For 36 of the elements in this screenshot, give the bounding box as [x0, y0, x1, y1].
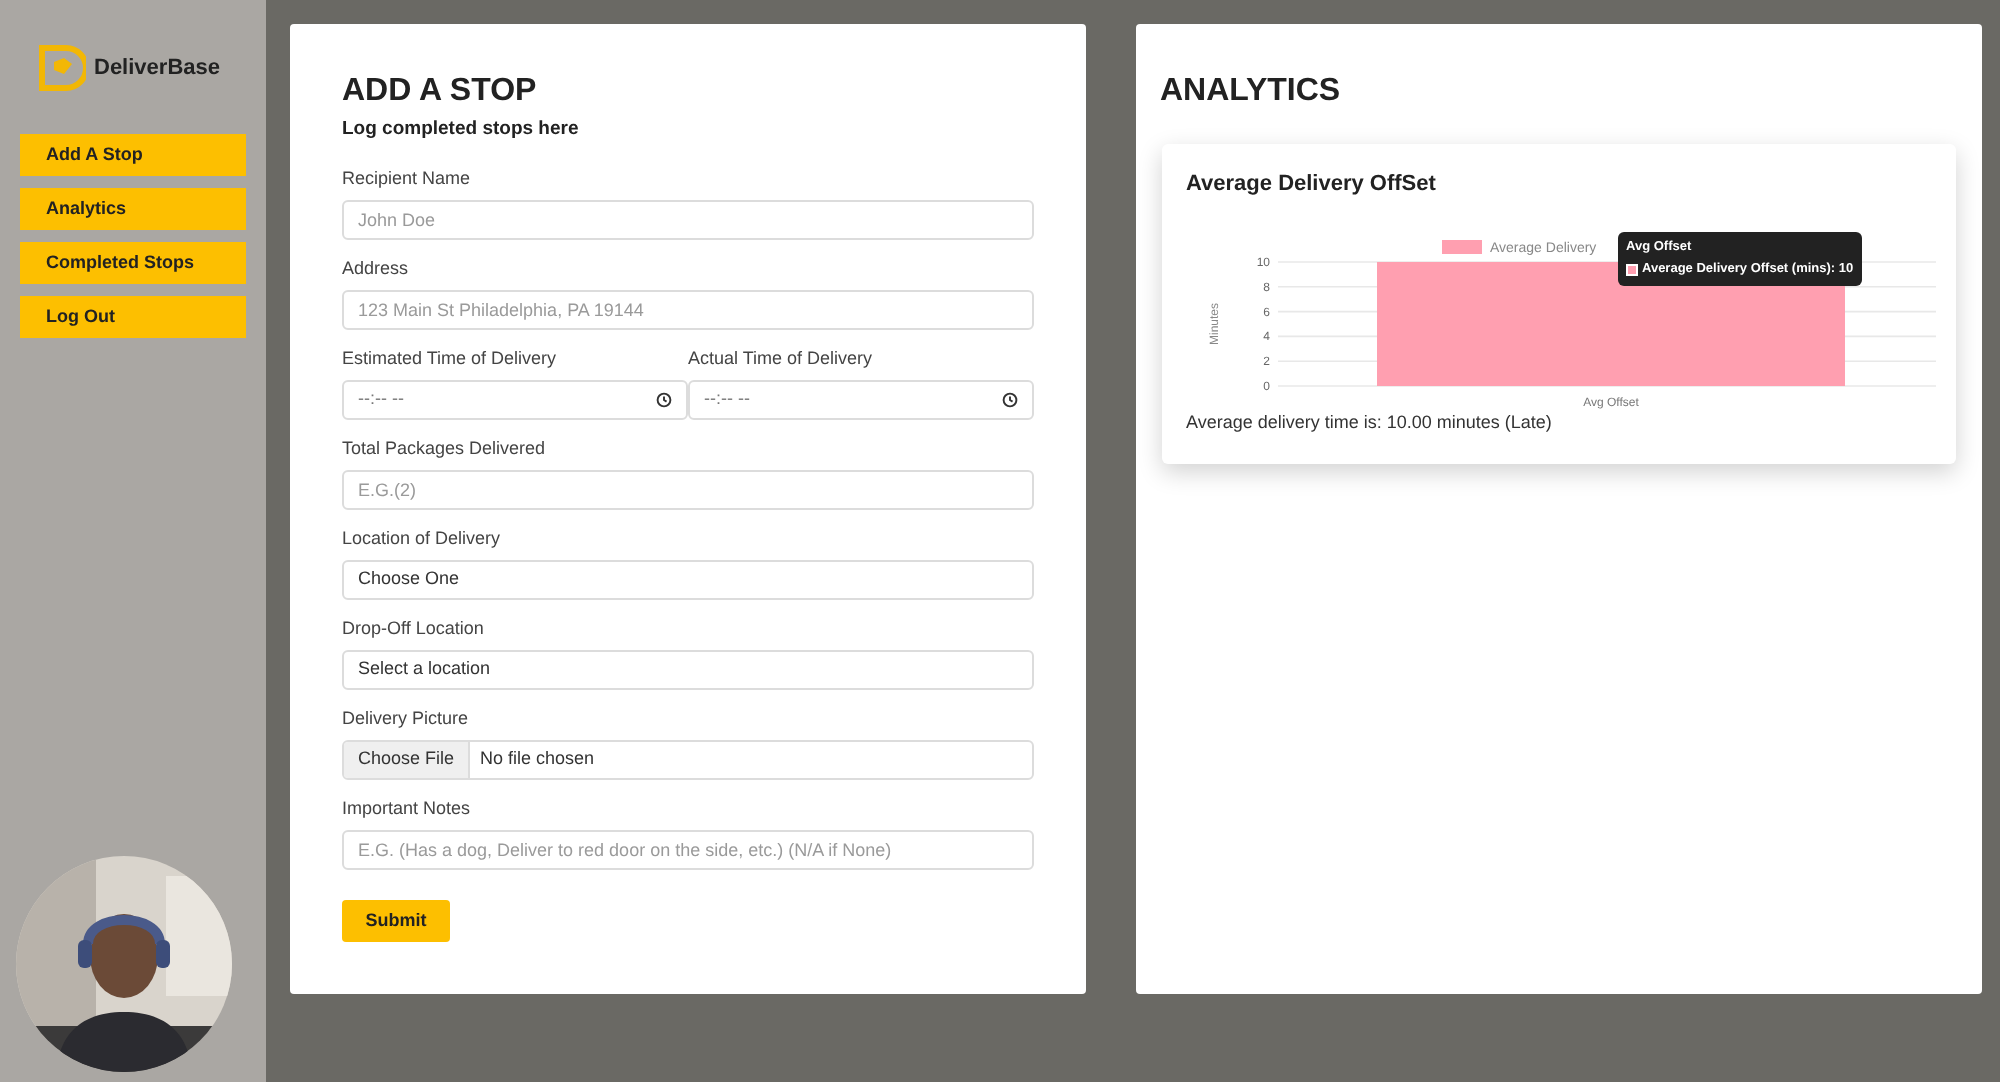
- field-label: Actual Time of Delivery: [688, 348, 875, 368]
- text-field[interactable]: E.G. (Has a dog, Deliver to red door on the side, etc.) (N/A if None): [342, 830, 1034, 870]
- logo-icon: [38, 44, 86, 92]
- sidebar-item[interactable]: Log Out: [20, 296, 246, 338]
- field-label: Delivery Picture: [342, 708, 471, 728]
- submit-button[interactable]: Submit: [342, 900, 450, 942]
- field-label: Recipient Name: [342, 168, 473, 188]
- form-subtitle: Log completed stops here: [342, 118, 581, 140]
- text-field[interactable]: John Doe: [342, 200, 1034, 240]
- field-label: Important Notes: [342, 798, 473, 818]
- field-label: Location of Delivery: [342, 528, 503, 548]
- sidebar-item[interactable]: Add A Stop: [20, 134, 246, 176]
- analytics-title: ANALYTICS: [1160, 74, 1343, 110]
- clock-icon: [1002, 392, 1018, 408]
- select-field[interactable]: Choose One: [342, 560, 1034, 600]
- file-status: No file chosen: [478, 746, 597, 773]
- file-field[interactable]: Choose File No file chosen: [342, 740, 1034, 780]
- form-title: ADD A STOP: [342, 74, 539, 110]
- field-label: Address: [342, 258, 411, 278]
- sidebar-item[interactable]: Completed Stops: [20, 242, 246, 284]
- legend-swatch: [1442, 239, 1482, 253]
- time-field[interactable]: --:-- --: [342, 380, 688, 420]
- tooltip-swatch: [1626, 264, 1638, 277]
- select-field[interactable]: Select a location: [342, 650, 1034, 690]
- choose-file-button[interactable]: Choose File: [344, 742, 471, 778]
- text-field[interactable]: 123 Main St Philadelphia, PA 19144: [342, 290, 1034, 330]
- text-field[interactable]: E.G.(2): [342, 470, 1034, 510]
- summary-text: Average delivery time is: 10.00 minutes (Late): [1186, 409, 1554, 436]
- field-label: Total Packages Delivered: [342, 438, 548, 458]
- sidebar-item[interactable]: Analytics: [20, 188, 246, 230]
- chart-title: Average Delivery OffSet: [1186, 170, 1438, 200]
- brand-name: DeliverBase: [94, 53, 220, 84]
- clock-icon: [656, 392, 672, 408]
- field-label: Estimated Time of Delivery: [342, 348, 559, 368]
- field-label: Drop-Off Location: [342, 618, 486, 638]
- time-field[interactable]: --:-- --: [688, 380, 1034, 420]
